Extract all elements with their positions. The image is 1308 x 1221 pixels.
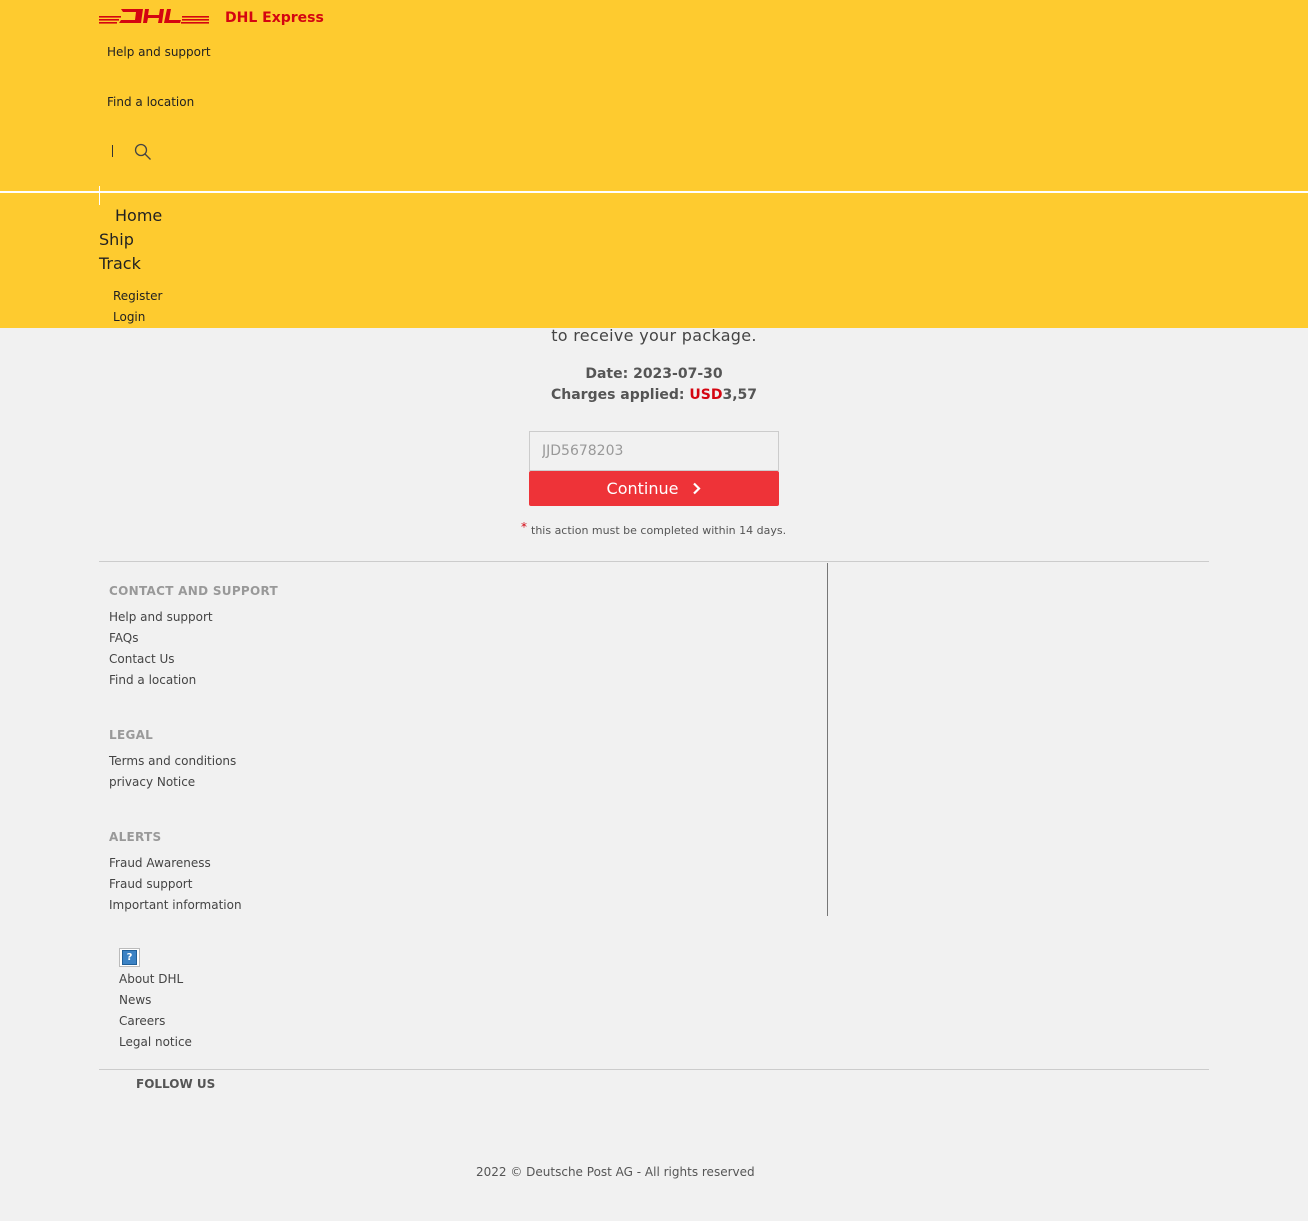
tracking-number-input[interactable] xyxy=(529,431,779,471)
delivery-message: to receive your package. xyxy=(551,326,757,345)
header-find-location-link[interactable]: Find a location xyxy=(107,95,194,109)
footer-fraud-support-link[interactable]: Fraud support xyxy=(109,877,192,891)
footer-column-divider xyxy=(827,563,828,916)
news-link[interactable]: News xyxy=(119,993,151,1007)
nav-ship[interactable]: Ship xyxy=(99,230,134,249)
header-separator xyxy=(112,145,113,157)
search-icon[interactable] xyxy=(134,143,152,161)
date-line: Date: 2023-07-30 xyxy=(0,366,1308,382)
nav-track[interactable]: Track xyxy=(99,254,141,273)
register-link[interactable]: Register xyxy=(113,289,162,303)
footer-find-location-link[interactable]: Find a location xyxy=(109,673,196,687)
site-header: DHL Express Help and support Find a loca… xyxy=(0,0,1308,328)
footer-terms-link[interactable]: Terms and conditions xyxy=(109,754,236,768)
footer-important-info-link[interactable]: Important information xyxy=(109,898,242,912)
charges-line: Charges applied: USD3,57 xyxy=(0,387,1308,403)
header-divider xyxy=(0,191,1308,193)
chevron-right-icon xyxy=(693,482,702,495)
footer-help-link[interactable]: Help and support xyxy=(109,610,213,624)
copyright: 2022 © Deutsche Post AG - All rights res… xyxy=(476,1165,755,1179)
legal-notice-link[interactable]: Legal notice xyxy=(119,1035,192,1049)
dhl-logo[interactable] xyxy=(99,7,209,27)
brand-name: DHL Express xyxy=(225,10,324,26)
charges-amount: 3,57 xyxy=(722,387,758,403)
careers-link[interactable]: Careers xyxy=(119,1014,165,1028)
continue-button[interactable]: Continue xyxy=(529,471,779,506)
nav-separator xyxy=(99,186,100,205)
date-label: Date: xyxy=(585,366,629,382)
footer-privacy-link[interactable]: privacy Notice xyxy=(109,775,195,789)
footer-fraud-awareness-link[interactable]: Fraud Awareness xyxy=(109,856,211,870)
contact-support-heading: CONTACT AND SUPPORT xyxy=(109,584,278,598)
login-link[interactable]: Login xyxy=(113,310,145,324)
follow-us-label: FOLLOW US xyxy=(136,1077,216,1091)
charges-label: Charges applied: xyxy=(550,387,685,403)
footer-faqs-link[interactable]: FAQs xyxy=(109,631,139,645)
required-asterisk: * xyxy=(521,520,527,534)
help-image-icon: ? xyxy=(119,948,140,967)
footer-top-divider xyxy=(99,561,1209,562)
currency: USD xyxy=(689,387,723,403)
nav-home[interactable]: Home xyxy=(115,206,162,225)
header-help-link[interactable]: Help and support xyxy=(107,45,211,59)
date-value: 2023-07-30 xyxy=(633,366,723,382)
alerts-heading: ALERTS xyxy=(109,830,162,844)
about-dhl-link[interactable]: About DHL xyxy=(119,972,183,986)
deadline-note: this action must be completed within 14 … xyxy=(531,524,787,537)
continue-label: Continue xyxy=(606,479,679,498)
legal-heading: LEGAL xyxy=(109,728,154,742)
footer-contact-link[interactable]: Contact Us xyxy=(109,652,175,666)
footer-bottom-divider xyxy=(99,1069,1209,1070)
